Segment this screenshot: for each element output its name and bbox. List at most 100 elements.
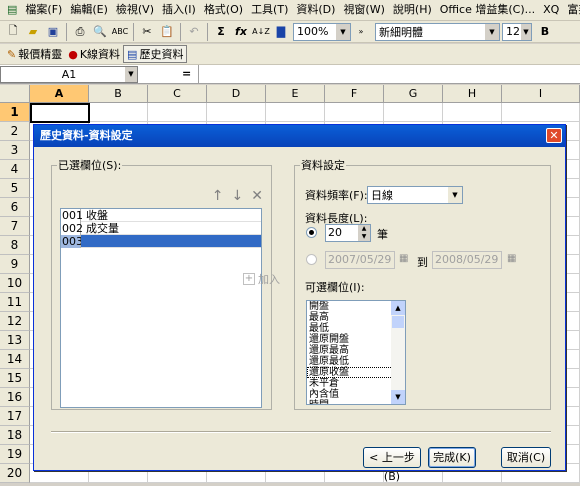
column-header[interactable]: H <box>443 85 502 103</box>
menu-edit[interactable]: 編輯(E) <box>66 1 112 19</box>
spelling-icon[interactable]: ABC <box>110 22 130 42</box>
close-icon[interactable]: ✕ <box>546 128 562 143</box>
frequency-select[interactable]: 日線 ▼ <box>367 186 463 204</box>
toolbar-options-icon[interactable]: » <box>351 22 371 42</box>
kline-data-button[interactable]: ● K線資料 <box>65 45 123 63</box>
row-header[interactable]: 18 <box>0 426 30 445</box>
open-folder-icon[interactable]: ▰ <box>23 22 43 42</box>
row-header[interactable]: 3 <box>0 141 30 160</box>
row-header[interactable]: 11 <box>0 293 30 312</box>
list-item[interactable]: 002 成交量 <box>61 222 261 235</box>
remove-icon[interactable]: ✕ <box>251 188 263 204</box>
sort-ascending-icon[interactable]: A↓Z <box>251 22 271 42</box>
row-header[interactable]: 15 <box>0 369 30 388</box>
chevron-down-icon[interactable]: ▼ <box>448 187 462 203</box>
scroll-up-icon[interactable]: ▲ <box>391 301 405 315</box>
chevron-down-icon[interactable]: ▼ <box>336 23 350 40</box>
row-header[interactable]: 16 <box>0 388 30 407</box>
calendar-icon[interactable]: ▦ <box>507 253 521 266</box>
menu-view[interactable]: 檢視(V) <box>112 1 158 19</box>
menu-fubon-fap[interactable]: 富邦FAP <box>563 1 580 19</box>
row-header[interactable]: 19 <box>0 445 30 464</box>
row-header[interactable]: 17 <box>0 407 30 426</box>
column-header[interactable]: E <box>266 85 325 103</box>
active-cell[interactable] <box>30 103 90 123</box>
column-header[interactable]: C <box>148 85 207 103</box>
scroll-down-icon[interactable]: ▼ <box>391 390 405 404</box>
row-header[interactable]: 7 <box>0 217 30 236</box>
finish-button[interactable]: 完成(K) <box>428 447 476 468</box>
menu-data[interactable]: 資料(D) <box>292 1 339 19</box>
formula-equals-icon[interactable]: = <box>182 67 191 80</box>
length-radio[interactable] <box>306 227 317 238</box>
menu-insert[interactable]: 插入(I) <box>158 1 200 19</box>
new-file-icon[interactable]: 🗋 <box>3 22 23 42</box>
list-item[interactable]: 001 收盤 <box>61 209 261 222</box>
row-header[interactable]: 2 <box>0 122 30 141</box>
scroll-thumb[interactable] <box>392 316 404 328</box>
row-header[interactable]: 9 <box>0 255 30 274</box>
menu-office-addins[interactable]: Office 增益集(C)... <box>436 1 539 19</box>
function-icon[interactable]: fx <box>231 22 251 42</box>
row-header[interactable]: 12 <box>0 312 30 331</box>
start-date-field[interactable]: 2007/05/29 <box>325 251 395 269</box>
add-field-button[interactable]: + 加入 <box>243 271 280 287</box>
row-header[interactable]: 5 <box>0 179 30 198</box>
cut-icon[interactable]: ✂ <box>137 22 157 42</box>
menu-file[interactable]: 檔案(F) <box>21 1 66 19</box>
row-header[interactable]: 4 <box>0 160 30 179</box>
length-input[interactable]: 20 ▲ ▼ <box>325 224 371 242</box>
menu-help[interactable]: 說明(H) <box>389 1 436 19</box>
row-header[interactable]: 13 <box>0 331 30 350</box>
print-preview-icon[interactable]: 🔍 <box>90 22 110 42</box>
row-header[interactable]: 20 <box>0 464 30 483</box>
scrollbar[interactable]: ▲ ▼ <box>391 301 405 404</box>
save-icon[interactable]: ▣ <box>43 22 63 42</box>
font-size-select[interactable]: 12 ▼ <box>502 22 532 41</box>
cancel-button[interactable]: 取消(C) <box>501 447 551 468</box>
column-header[interactable]: A <box>30 85 89 103</box>
paste-icon[interactable]: 📋 <box>157 22 177 42</box>
chevron-down-icon[interactable]: ▼ <box>125 67 137 82</box>
history-data-button[interactable]: ▤ 歷史資料 <box>123 45 188 63</box>
menu-tools[interactable]: 工具(T) <box>247 1 292 19</box>
column-header[interactable]: I <box>502 85 580 103</box>
font-select[interactable]: 新細明體 ▼ <box>375 22 500 41</box>
row-header[interactable]: 10 <box>0 274 30 293</box>
name-box[interactable]: A1 ▼ <box>0 66 138 83</box>
chart-wizard-icon[interactable]: ▇ <box>271 22 291 42</box>
row-header[interactable]: 14 <box>0 350 30 369</box>
menu-window[interactable]: 視窗(W) <box>339 1 388 19</box>
previous-button[interactable]: < 上一步(B) <box>363 447 421 483</box>
row-header[interactable]: 1 <box>0 103 30 122</box>
menu-format[interactable]: 格式(O) <box>200 1 247 19</box>
print-icon[interactable]: ⎙ <box>70 22 90 42</box>
undo-icon[interactable]: ↶ <box>184 22 204 42</box>
autosum-icon[interactable]: Σ <box>211 22 231 42</box>
move-up-icon[interactable]: ↑ <box>212 188 224 204</box>
spinner-icon[interactable]: ▲ ▼ <box>358 225 370 241</box>
available-fields-list[interactable]: 開盤 最高 最低 還原開盤 還原最高 還原最低 還原收盤 未平倉 內含值 時間 … <box>306 300 406 405</box>
select-all-corner[interactable] <box>0 85 30 103</box>
row-header[interactable]: 8 <box>0 236 30 255</box>
zoom-select[interactable]: 100% ▼ <box>293 22 351 41</box>
column-header[interactable]: F <box>325 85 384 103</box>
dialog-title-bar[interactable]: 歷史資料-資料設定 ✕ <box>34 125 565 147</box>
end-date-field[interactable]: 2008/05/29 <box>432 251 502 269</box>
selected-fields-list[interactable]: 001 收盤 002 成交量 003 <box>60 208 262 408</box>
menu-xq[interactable]: XQ <box>539 1 563 19</box>
row-header[interactable]: 6 <box>0 198 30 217</box>
chevron-down-icon[interactable]: ▼ <box>521 23 531 40</box>
chevron-down-icon[interactable]: ▼ <box>485 23 499 40</box>
kline-data-label: K線資料 <box>79 48 121 61</box>
list-item-selected[interactable]: 003 <box>61 235 261 248</box>
calendar-icon[interactable]: ▦ <box>399 253 413 266</box>
date-range-radio[interactable] <box>306 254 317 265</box>
column-header[interactable]: D <box>207 85 266 103</box>
column-header[interactable]: G <box>384 85 443 103</box>
formula-input[interactable] <box>198 65 580 83</box>
quote-wizard-button[interactable]: ✎ 報價精靈 <box>4 45 65 63</box>
bold-button[interactable]: B <box>535 22 555 42</box>
move-down-icon[interactable]: ↓ <box>232 188 244 204</box>
column-header[interactable]: B <box>89 85 148 103</box>
